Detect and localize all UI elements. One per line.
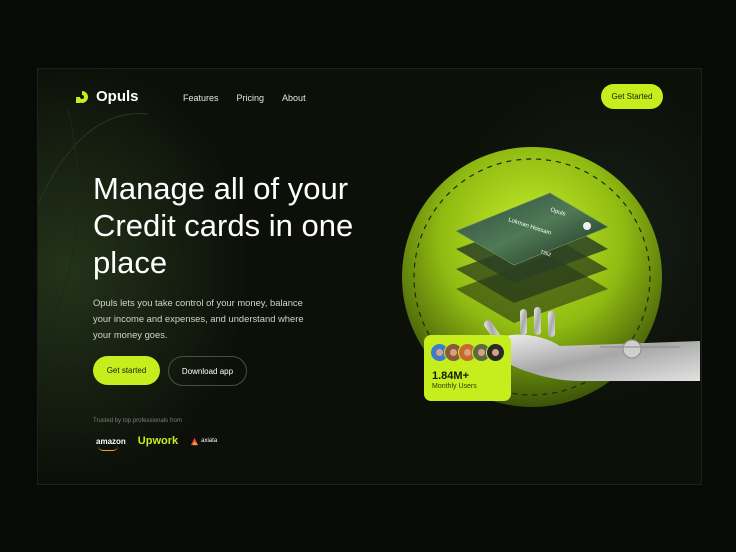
trusted-by-label: Trusted by top professionals from	[93, 418, 182, 424]
nav-item-features[interactable]: Features	[183, 93, 219, 103]
card-chip-icon	[583, 222, 591, 230]
upwork-logo: Upwork	[137, 435, 179, 447]
axiata-logo-text: axiata	[201, 438, 218, 444]
nav-item-pricing[interactable]: Pricing	[237, 93, 265, 103]
axiata-logo: axiata	[190, 437, 217, 446]
avatar	[486, 343, 505, 362]
monthly-users-value: 1.84M+	[432, 370, 469, 382]
get-started-header-button[interactable]: Get Started	[601, 84, 663, 109]
nav-item-about[interactable]: About	[282, 93, 306, 103]
get-started-button[interactable]: Get started	[93, 356, 160, 385]
opuls-logo-icon	[76, 90, 88, 103]
axiata-mark-icon	[191, 437, 199, 445]
download-app-button[interactable]: Download app	[168, 356, 247, 386]
main-nav: Features Pricing About	[183, 93, 306, 103]
hero-title: Manage all of your Credit cards in one p…	[93, 171, 354, 280]
amazon-logo: amazon	[96, 436, 126, 451]
landing-page-frame: Opuls Features Pricing About Get Started…	[37, 68, 702, 485]
user-avatars	[430, 343, 505, 362]
amazon-logo-text: amazon	[96, 436, 126, 446]
hero-description: Opuls lets you take control of your mone…	[93, 297, 304, 340]
monthly-users-card: 1.84M+ Monthly Users	[424, 335, 511, 401]
amazon-smile-icon	[98, 446, 118, 451]
brand-logo[interactable]: Opuls	[74, 88, 139, 105]
partner-logos: amazon Upwork axiata	[96, 435, 217, 451]
brand-name: Opuls	[96, 88, 139, 105]
monthly-users-label: Monthly Users	[432, 383, 477, 390]
